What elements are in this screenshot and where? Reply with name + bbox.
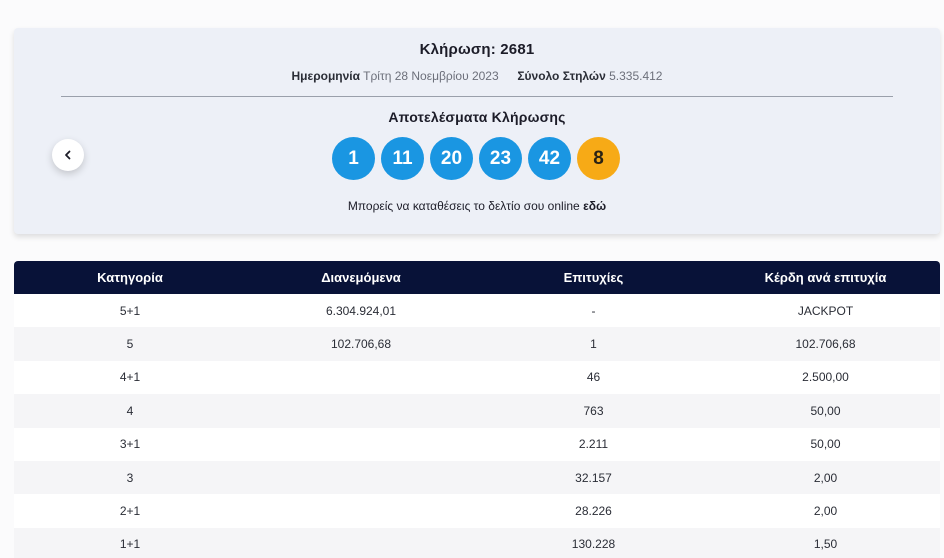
table-row: 5 102.706,68 1 102.706,68	[14, 327, 940, 361]
winning-numbers: 1 11 20 23 42 8	[332, 137, 620, 180]
table-row: 2+1 28.226 2,00	[14, 494, 940, 528]
cell-winners: 2.211	[578, 437, 609, 452]
cell-distributed	[246, 394, 476, 427]
cell-prize: JACKPOT	[797, 303, 854, 318]
divider	[61, 96, 893, 97]
cell-winners: 46	[586, 370, 601, 385]
header-prize-per-winner: Κέρδη ανά επιτυχία	[764, 270, 887, 285]
cell-prize: 2,00	[813, 504, 838, 519]
cell-prize: 2.500,00	[802, 370, 849, 385]
online-link[interactable]: εδώ	[583, 199, 606, 213]
cell-category: 3	[126, 470, 134, 485]
number-ball: 23	[479, 137, 522, 180]
cell-winners: 32.157	[575, 470, 612, 485]
cell-category: 5	[126, 337, 134, 352]
table-row: 4+1 46 2.500,00	[14, 360, 940, 395]
cell-category: 3+1	[119, 437, 141, 452]
cell-distributed	[246, 361, 476, 394]
table-row: 3+1 2.211 50,00	[14, 427, 940, 461]
cell-winners: 1	[590, 337, 597, 352]
table-row: 4 763 50,00	[14, 394, 940, 428]
cell-prize: 1,50	[813, 537, 838, 552]
cell-winners: 130.228	[571, 537, 616, 552]
table-row: 3 32.157 2,00	[14, 460, 940, 495]
cell-winners: 28.226	[575, 504, 612, 519]
results-title: Αποτελέσματα Κλήρωσης	[388, 109, 566, 125]
cell-distributed: 102.706,68	[330, 337, 392, 352]
table-header-row: Κατηγορία Διανεμόμενα Επιτυχίες Κέρδη αν…	[14, 261, 940, 294]
prize-table: Κατηγορία Διανεμόμενα Επιτυχίες Κέρδη αν…	[14, 261, 940, 558]
cell-category: 5+1	[119, 303, 141, 318]
cell-prize: 50,00	[810, 403, 841, 418]
table-row: 5+1 6.304.924,01 - JACKPOT	[14, 294, 940, 328]
previous-draw-button[interactable]	[52, 139, 84, 171]
online-notice: Μπορείς να καταθέσεις το δελτίο σου onli…	[14, 199, 940, 213]
cell-winners: 763	[583, 403, 604, 418]
number-ball: 11	[381, 137, 424, 180]
number-ball: 42	[528, 137, 571, 180]
total-label: Σύνολο Στηλών	[517, 69, 606, 83]
online-text: Μπορείς να καταθέσεις το δελτίο σου onli…	[347, 199, 580, 213]
header-distributed: Διανεμόμενα	[321, 270, 401, 285]
cell-distributed	[246, 528, 476, 558]
total-value: 5.335.412	[609, 69, 663, 83]
date-label: Ημερομηνία	[291, 69, 361, 83]
cell-distributed	[246, 428, 476, 461]
number-ball: 20	[430, 137, 473, 180]
date-value: Τρίτη 28 Νοεμβρίου 2023	[363, 69, 499, 83]
cell-prize: 50,00	[810, 437, 841, 452]
table-row: 1+1 130.228 1,50	[14, 527, 940, 558]
bonus-ball: 8	[577, 137, 620, 180]
cell-prize: 102.706,68	[795, 337, 856, 352]
cell-category: 1+1	[119, 537, 141, 552]
draw-card: Κλήρωση: 2681 Ημερομηνία Τρίτη 28 Νοεμβρ…	[14, 28, 940, 234]
chevron-left-icon	[65, 150, 71, 160]
number-ball: 1	[332, 137, 375, 180]
header-category: Κατηγορία	[97, 270, 163, 285]
draw-meta: Ημερομηνία Τρίτη 28 Νοεμβρίου 2023 Σύνολ…	[14, 69, 940, 83]
draw-title: Κλήρωση: 2681	[419, 41, 535, 58]
cell-prize: 2,00	[813, 470, 838, 485]
cell-category: 4	[126, 403, 134, 418]
cell-distributed	[246, 461, 476, 494]
cell-category: 2+1	[119, 504, 141, 519]
cell-distributed	[246, 494, 476, 527]
header-winners: Επιτυχίες	[563, 270, 624, 285]
cell-category: 4+1	[119, 370, 141, 385]
cell-winners: -	[591, 303, 596, 318]
cell-distributed: 6.304.924,01	[325, 303, 397, 318]
